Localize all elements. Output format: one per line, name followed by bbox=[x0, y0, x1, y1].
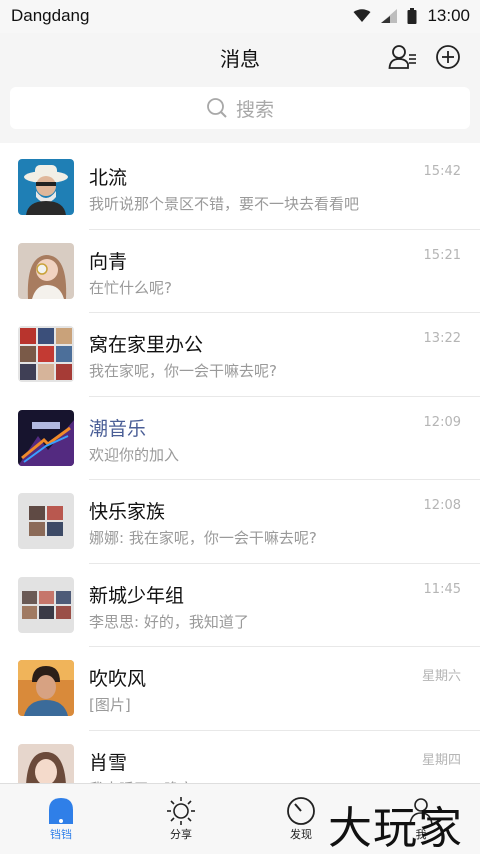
add-button[interactable] bbox=[431, 42, 465, 72]
conversation-row[interactable]: 快乐家族 娜娜: 我在家呢，你一会干嘛去呢? 12:08 bbox=[0, 480, 480, 564]
conversation-preview: [图片] bbox=[89, 696, 131, 714]
tab-share[interactable]: 分享 bbox=[133, 784, 229, 854]
avatar bbox=[18, 242, 74, 299]
avatar bbox=[18, 159, 74, 215]
conversation-name: 向青 bbox=[89, 250, 128, 273]
conversation-row[interactable]: 新城少年组 李思思: 好的，我知道了 11:45 bbox=[0, 564, 480, 647]
avatar bbox=[18, 660, 74, 716]
contacts-list-icon bbox=[388, 45, 416, 69]
watermark-logo: 大玩家 bbox=[328, 803, 463, 854]
conversation-time: 星期四 bbox=[421, 752, 461, 768]
carrier-name: Dangdang bbox=[11, 6, 90, 25]
tab-dangdang[interactable]: 铛铛 bbox=[13, 784, 109, 854]
conversation-name: 窝在家里办公 bbox=[89, 334, 204, 356]
conversation-row[interactable]: 北流 我听说那个景区不错，要不一块去看看吧 15:42 bbox=[0, 146, 480, 230]
header: 消息 搜索 bbox=[0, 33, 480, 143]
conversation-time: 15:42 bbox=[423, 164, 461, 179]
sun-icon bbox=[133, 796, 229, 826]
conversation-time: 星期六 bbox=[421, 669, 461, 684]
conversation-row[interactable]: 窝在家里办公 我在家呢，你一会干嘛去呢? 13:22 bbox=[0, 313, 480, 397]
avatar bbox=[18, 326, 74, 382]
contacts-button[interactable] bbox=[386, 42, 420, 72]
conversation-time: 13:22 bbox=[423, 331, 461, 346]
avatar bbox=[18, 576, 74, 633]
wifi-icon bbox=[353, 9, 371, 23]
signal-icon bbox=[381, 9, 398, 23]
conversation-row[interactable]: 吹吹风 [图片] 星期六 bbox=[0, 647, 480, 731]
conversation-time: 12:08 bbox=[423, 498, 461, 513]
tab-label: 铛铛 bbox=[50, 828, 72, 841]
conversation-row[interactable]: 向青 在忙什么呢? 15:21 bbox=[0, 230, 480, 313]
search-input[interactable]: 搜索 bbox=[10, 87, 470, 129]
conversation-time: 11:45 bbox=[423, 581, 461, 597]
status-bar: Dangdang 13:00 bbox=[0, 0, 480, 33]
conversation-preview: 娜娜: 我在家呢，你一会干嘛去呢? bbox=[89, 529, 317, 547]
search-icon bbox=[206, 97, 228, 119]
conversation-preview: 在忙什么呢? bbox=[89, 278, 172, 297]
conversation-list: 北流 我听说那个景区不错，要不一块去看看吧 15:42 向青 在忙什么呢? 15… bbox=[0, 146, 480, 814]
status-icons: 13:00 bbox=[343, 5, 470, 27]
avatar bbox=[18, 493, 74, 549]
conversation-name: 吹吹风 bbox=[89, 668, 147, 690]
search-placeholder: 搜索 bbox=[235, 98, 274, 121]
clock-time: 13:00 bbox=[427, 6, 470, 25]
conversation-row[interactable]: 潮音乐 欢迎你的加入 12:09 bbox=[0, 397, 480, 480]
conversation-name: 肖雪 bbox=[89, 751, 128, 774]
tab-bar: 铛铛 分享 发现 我 大玩家 bbox=[0, 783, 480, 854]
avatar bbox=[18, 409, 74, 466]
conversation-name: 新城少年组 bbox=[89, 584, 185, 607]
chat-bubble-icon bbox=[13, 796, 109, 824]
conversation-time: 15:21 bbox=[423, 247, 461, 263]
tab-label: 分享 bbox=[170, 828, 192, 841]
conversation-preview: 李思思: 好的，我知道了 bbox=[89, 612, 249, 631]
conversation-preview: 我听说那个景区不错，要不一块去看看吧 bbox=[89, 195, 360, 213]
conversation-preview: 欢迎你的加入 bbox=[89, 445, 180, 464]
conversation-name: 快乐家族 bbox=[89, 501, 166, 523]
battery-icon bbox=[407, 8, 417, 24]
conversation-name: 潮音乐 bbox=[89, 417, 147, 440]
conversation-time: 12:09 bbox=[423, 414, 461, 430]
plus-circle-icon bbox=[436, 45, 460, 69]
conversation-name: 北流 bbox=[89, 167, 128, 189]
conversation-preview: 我在家呢，你一会干嘛去呢? bbox=[89, 362, 277, 380]
